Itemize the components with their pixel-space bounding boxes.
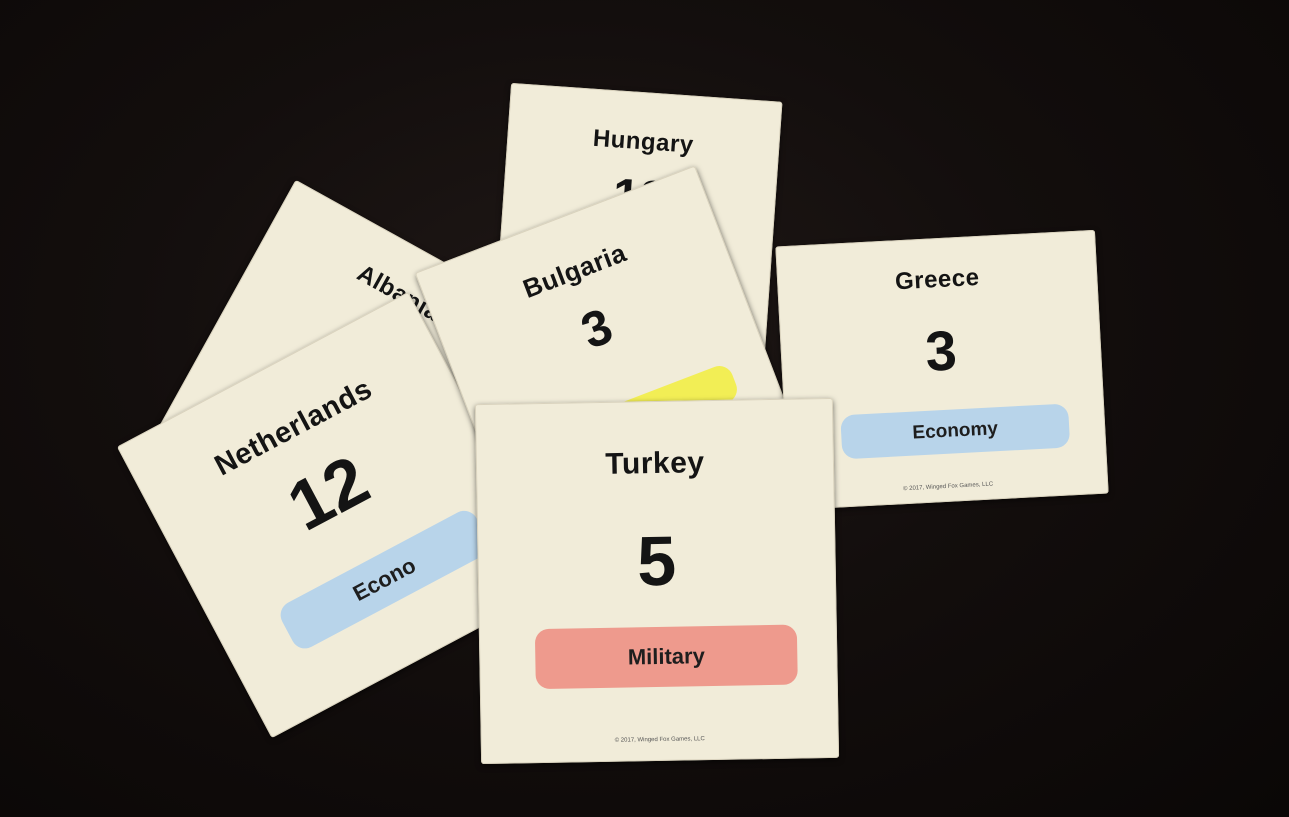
table-surface: Hungary 12 Albania 3 M Netherlands 12 Ec…	[0, 0, 1289, 817]
copyright-text: © 2017, Winged Fox Games, LLC	[902, 481, 994, 493]
card-name: Hungary	[592, 124, 695, 159]
card-name: Turkey	[605, 446, 705, 481]
card-value: 5	[636, 521, 677, 601]
copyright-text: © 2017, Winged Fox Games, LLC	[614, 736, 705, 744]
card-name: Greece	[894, 263, 981, 296]
category-badge-economy: Economy	[840, 403, 1071, 460]
card-value: 3	[923, 318, 959, 383]
category-badge-military: Military	[534, 624, 798, 690]
card-turkey[interactable]: Turkey 5 Military © 2017, Winged Fox Gam…	[474, 397, 840, 765]
